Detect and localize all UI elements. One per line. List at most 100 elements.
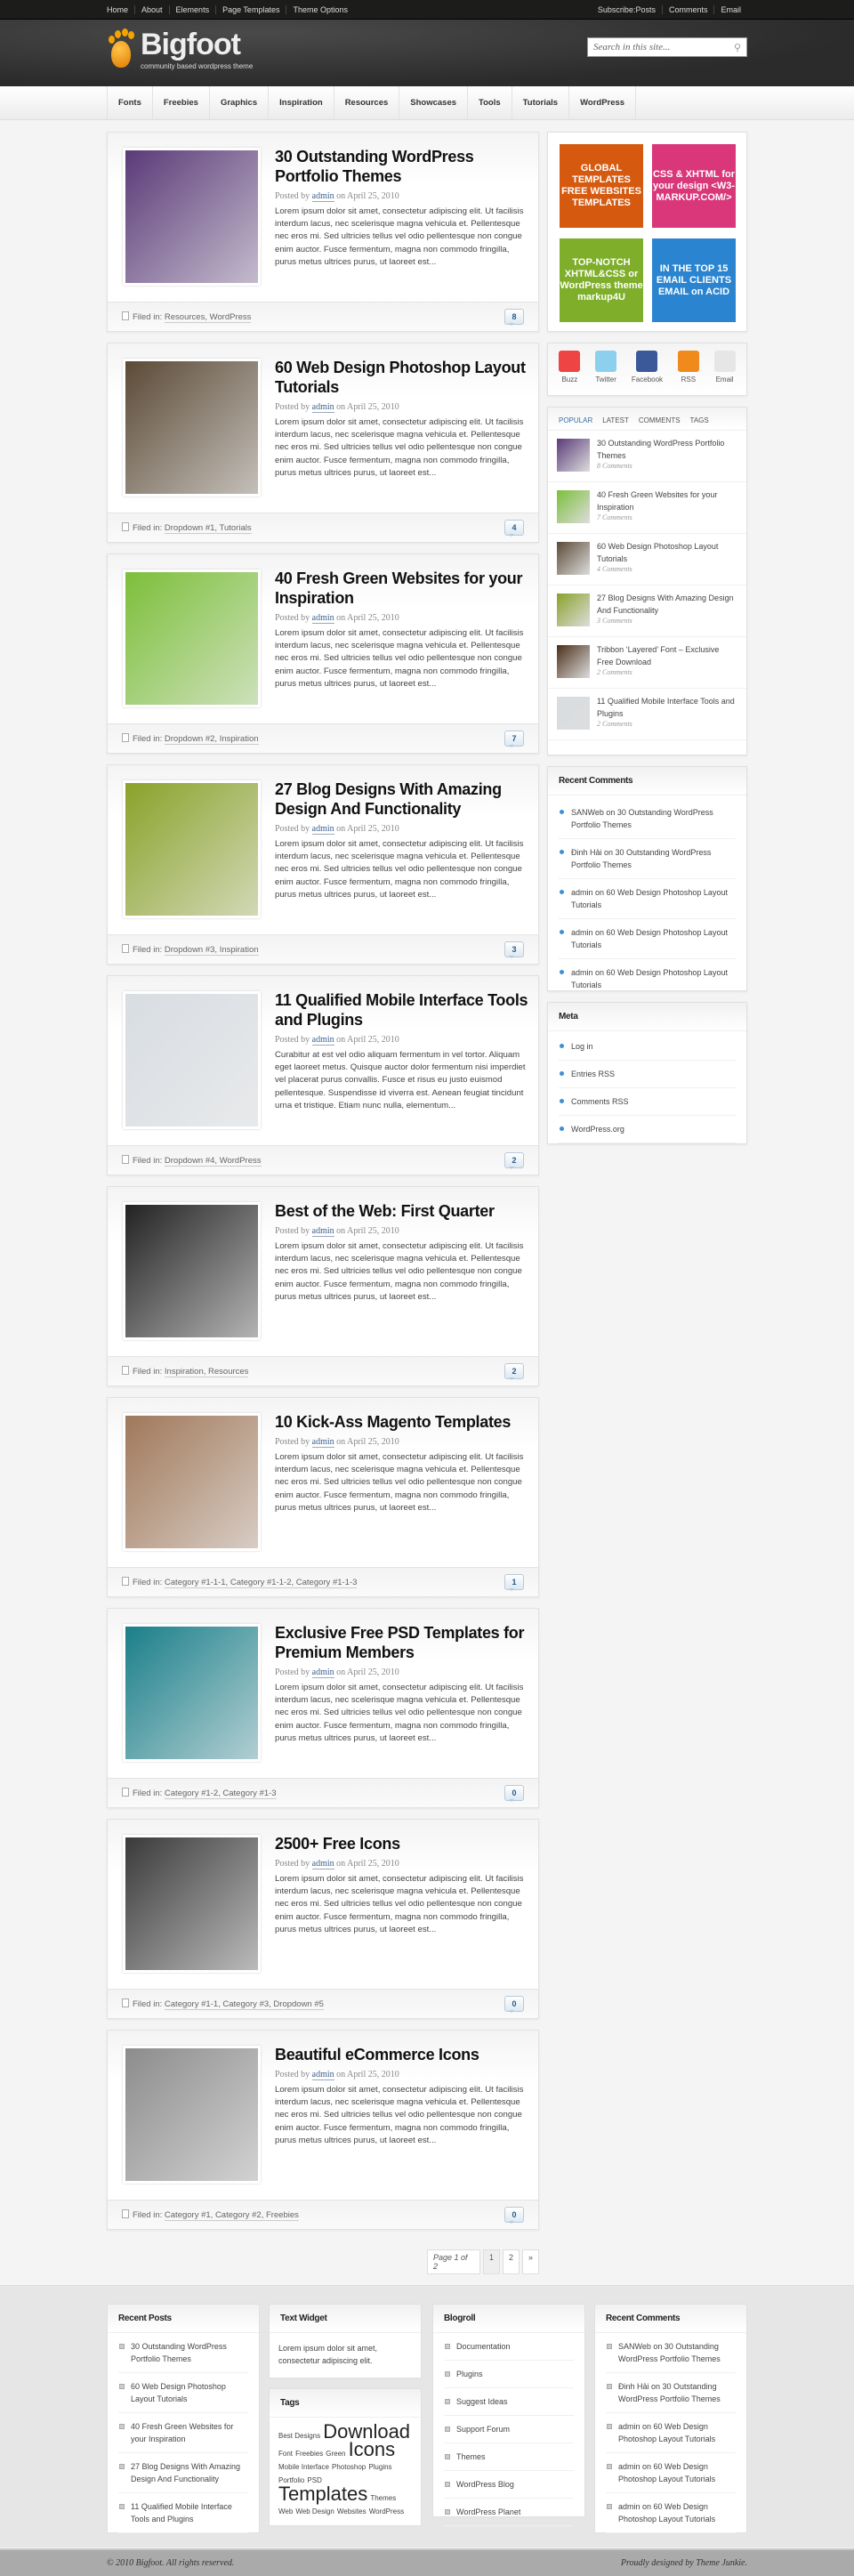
- author-link[interactable]: admin: [311, 2070, 334, 2080]
- list-item[interactable]: Entries RSS: [559, 1061, 736, 1088]
- comment-count-bubble[interactable]: 8: [504, 309, 524, 326]
- comment-count-bubble[interactable]: 0: [504, 1996, 524, 2013]
- top-link-about[interactable]: About: [135, 5, 170, 14]
- popular-thumbnail[interactable]: [557, 697, 590, 730]
- popular-title[interactable]: 30 Outstanding WordPress Portfolio Theme…: [597, 437, 737, 462]
- tab-tags[interactable]: TAGS: [690, 416, 709, 424]
- list-item[interactable]: admin on 60 Web Design Photoshop Layout …: [606, 2493, 736, 2533]
- author-link[interactable]: admin: [311, 824, 334, 835]
- popular-title[interactable]: Tribbon ‘Layered’ Font – Exclusive Free …: [597, 643, 737, 668]
- tag-link[interactable]: Templates: [278, 2483, 367, 2505]
- list-item[interactable]: 27 Blog Designs With Amazing Design And …: [118, 2453, 248, 2493]
- list-item[interactable]: Suggest Ideas: [444, 2388, 574, 2416]
- post-thumbnail[interactable]: [123, 569, 261, 707]
- nav-item-fonts[interactable]: Fonts: [107, 86, 152, 120]
- post-title[interactable]: 2500+ Free Icons: [275, 1834, 533, 1853]
- tag-link[interactable]: Font: [278, 2450, 293, 2458]
- popular-item[interactable]: 27 Blog Designs With Amazing Design And …: [548, 585, 746, 637]
- list-item[interactable]: admin on 60 Web Design Photoshop Layout …: [606, 2453, 736, 2493]
- author-link[interactable]: admin: [311, 613, 334, 624]
- category-links[interactable]: Dropdown #2, Inspiration: [164, 734, 259, 745]
- post-thumbnail[interactable]: [123, 359, 261, 497]
- subscribe-email[interactable]: Email: [714, 5, 747, 14]
- popular-thumbnail[interactable]: [557, 490, 590, 523]
- list-item[interactable]: Đinh Hải on 30 Outstanding WordPress Por…: [559, 839, 736, 879]
- list-item[interactable]: Support Forum: [444, 2416, 574, 2443]
- tag-link[interactable]: Web Design: [295, 2507, 334, 2515]
- category-links[interactable]: Category #1-1-1, Category #1-1-2, Catego…: [164, 1578, 358, 1588]
- author-link[interactable]: admin: [311, 1035, 334, 1046]
- popular-item[interactable]: 11 Qualified Mobile Interface Tools and …: [548, 689, 746, 740]
- social-buzz[interactable]: Buzz: [559, 351, 581, 388]
- author-link[interactable]: admin: [311, 402, 334, 413]
- post-title[interactable]: Beautiful eCommerce Icons: [275, 2045, 533, 2064]
- popular-thumbnail[interactable]: [557, 542, 590, 575]
- list-item[interactable]: Themes: [444, 2443, 574, 2471]
- category-links[interactable]: Dropdown #4, WordPress: [164, 1156, 262, 1167]
- ad-banner[interactable]: TOP-NOTCH XHTML&CSS or WordPress theme m…: [560, 238, 643, 322]
- tag-link[interactable]: Web: [278, 2507, 293, 2515]
- post-title[interactable]: 10 Kick-Ass Magento Templates: [275, 1412, 533, 1432]
- social-facebook[interactable]: Facebook: [632, 351, 663, 388]
- comment-count-bubble[interactable]: 0: [504, 1785, 524, 1802]
- tag-link[interactable]: WordPress: [369, 2507, 404, 2515]
- comment-count-bubble[interactable]: 4: [504, 520, 524, 537]
- tag-link[interactable]: Freebies: [295, 2450, 323, 2458]
- list-item[interactable]: admin on 60 Web Design Photoshop Layout …: [606, 2413, 736, 2453]
- popular-thumbnail[interactable]: [557, 594, 590, 626]
- popular-title[interactable]: 40 Fresh Green Websites for your Inspira…: [597, 489, 737, 513]
- list-item[interactable]: 40 Fresh Green Websites for your Inspira…: [118, 2413, 248, 2453]
- list-item[interactable]: Log in: [559, 1033, 736, 1061]
- category-links[interactable]: Category #1-1, Category #3, Dropdown #5: [164, 1999, 324, 2010]
- top-link-elements[interactable]: Elements: [169, 5, 217, 14]
- tag-link[interactable]: Green: [326, 2450, 345, 2458]
- post-title[interactable]: 60 Web Design Photoshop Layout Tutorials: [275, 358, 533, 397]
- list-item[interactable]: Plugins: [444, 2361, 574, 2388]
- post-title[interactable]: Exclusive Free PSD Templates for Premium…: [275, 1623, 533, 1662]
- list-item[interactable]: admin on 60 Web Design Photoshop Layout …: [559, 919, 736, 959]
- subscribe-posts[interactable]: Posts: [635, 5, 663, 14]
- post-thumbnail[interactable]: [123, 780, 261, 918]
- search-icon[interactable]: ⚲: [734, 42, 741, 53]
- popular-title[interactable]: 27 Blog Designs With Amazing Design And …: [597, 592, 737, 617]
- category-links[interactable]: Resources, WordPress: [164, 312, 252, 323]
- post-thumbnail[interactable]: [123, 1624, 261, 1762]
- social-twitter[interactable]: Twitter: [595, 351, 617, 388]
- tab-latest[interactable]: LATEST: [602, 416, 629, 424]
- author-link[interactable]: admin: [311, 1668, 334, 1678]
- nav-item-tutorials[interactable]: Tutorials: [511, 86, 568, 120]
- list-item[interactable]: Comments RSS: [559, 1088, 736, 1116]
- list-item[interactable]: WordPress.org: [559, 1116, 736, 1143]
- popular-thumbnail[interactable]: [557, 439, 590, 472]
- next-page-link[interactable]: »: [522, 2249, 540, 2274]
- popular-thumbnail[interactable]: [557, 645, 590, 678]
- category-links[interactable]: Dropdown #1, Tutorials: [164, 523, 252, 534]
- author-link[interactable]: admin: [311, 1859, 334, 1869]
- post-thumbnail[interactable]: [123, 148, 261, 286]
- post-title[interactable]: 27 Blog Designs With Amazing Design And …: [275, 779, 533, 819]
- social-email[interactable]: Email: [713, 351, 736, 388]
- popular-item[interactable]: 30 Outstanding WordPress Portfolio Theme…: [548, 431, 746, 482]
- nav-item-resources[interactable]: Resources: [333, 86, 399, 120]
- popular-item[interactable]: Tribbon ‘Layered’ Font – Exclusive Free …: [548, 637, 746, 689]
- list-item[interactable]: 60 Web Design Photoshop Layout Tutorials: [118, 2373, 248, 2413]
- post-title[interactable]: Best of the Web: First Quarter: [275, 1201, 533, 1221]
- tag-link[interactable]: Themes: [370, 2494, 396, 2502]
- popular-item[interactable]: 40 Fresh Green Websites for your Inspira…: [548, 482, 746, 534]
- tag-link[interactable]: Websites: [337, 2507, 367, 2515]
- post-thumbnail[interactable]: [123, 1202, 261, 1340]
- post-thumbnail[interactable]: [123, 1413, 261, 1551]
- top-link-theme-options[interactable]: Theme Options: [286, 5, 354, 14]
- nav-item-graphics[interactable]: Graphics: [208, 86, 268, 120]
- comment-count-bubble[interactable]: 3: [504, 941, 524, 958]
- tag-link[interactable]: Best Designs: [278, 2432, 320, 2440]
- post-title[interactable]: 30 Outstanding WordPress Portfolio Theme…: [275, 147, 533, 186]
- list-item[interactable]: admin on 60 Web Design Photoshop Layout …: [559, 959, 736, 999]
- category-links[interactable]: Category #1-2, Category #1-3: [164, 1789, 277, 1799]
- tag-link[interactable]: Mobile Interface: [278, 2463, 329, 2471]
- tab-comments[interactable]: COMMENTS: [639, 416, 681, 424]
- comment-count-bubble[interactable]: 2: [504, 1152, 524, 1169]
- popular-title[interactable]: 60 Web Design Photoshop Layout Tutorials: [597, 540, 737, 565]
- tab-popular[interactable]: POPULAR: [559, 416, 592, 424]
- comment-count-bubble[interactable]: 2: [504, 1363, 524, 1380]
